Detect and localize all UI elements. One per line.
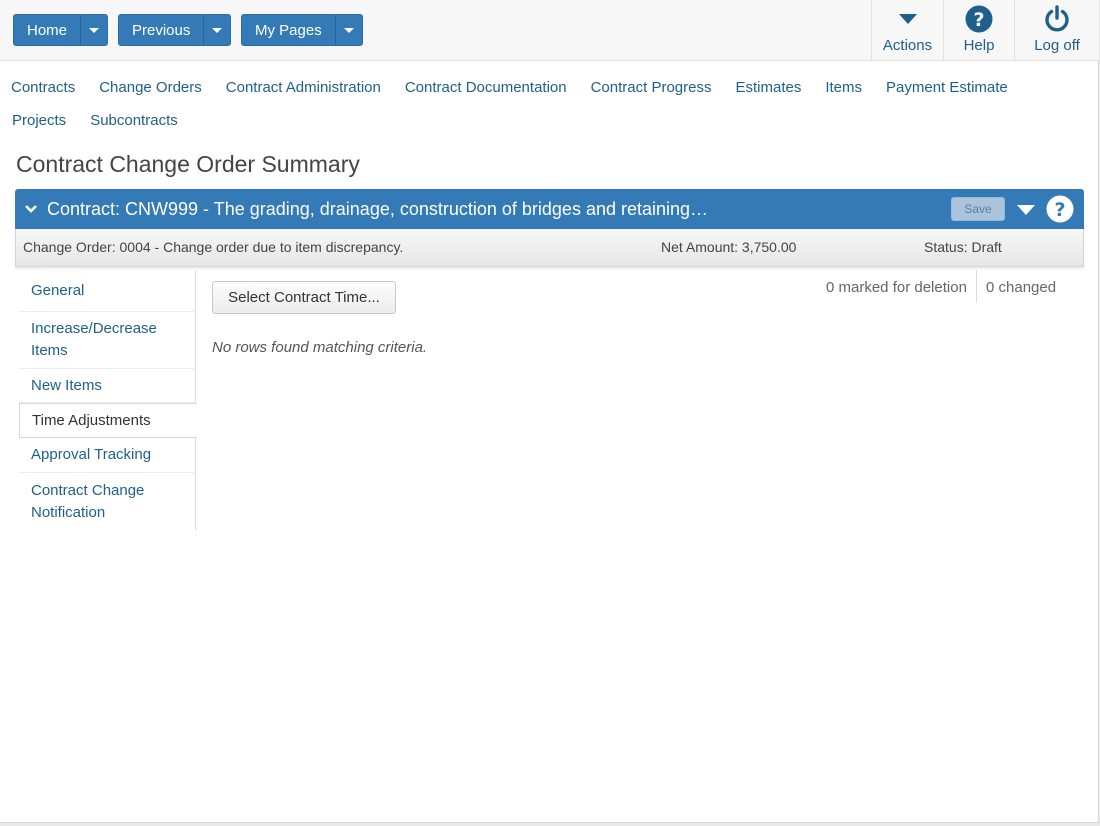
collapse-chevron-icon[interactable] — [15, 204, 47, 214]
nav-contract-progress[interactable]: Contract Progress — [579, 79, 724, 96]
app-frame: Home Previous My Pages Actions ? Help Lo… — [0, 0, 1099, 823]
previous-button[interactable]: Previous — [119, 15, 203, 45]
change-order-info: Change Order: 0004 - Change order due to… — [15, 229, 1084, 267]
select-contract-time-button[interactable]: Select Contract Time... — [212, 281, 396, 314]
save-button[interactable]: Save — [951, 197, 1005, 221]
changed-count: 0 changed — [986, 279, 1057, 296]
page-title: Contract Change Order Summary — [16, 151, 360, 177]
divider — [976, 270, 977, 303]
no-rows-message: No rows found matching criteria. — [212, 339, 428, 356]
caret-down-icon[interactable] — [1016, 203, 1036, 221]
help-icon: ? — [965, 2, 993, 36]
nav-estimates[interactable]: Estimates — [723, 79, 813, 96]
home-button[interactable]: Home — [14, 15, 80, 45]
help-icon[interactable]: ? — [1046, 195, 1074, 228]
marked-for-deletion-count: 0 marked for deletion — [826, 279, 967, 296]
nav-contract-administration[interactable]: Contract Administration — [214, 79, 393, 96]
top-actions: Actions ? Help Log off — [871, 0, 1099, 61]
nav-items[interactable]: Items — [813, 79, 874, 96]
side-tabs: General Increase/Decrease Items New Item… — [19, 270, 197, 530]
net-amount: Net Amount: 3,750.00 — [661, 239, 797, 255]
change-order-label: Change Order: 0004 - Change order due to… — [23, 239, 404, 255]
tab-time-adjustments[interactable]: Time Adjustments — [19, 403, 197, 438]
nav-row: Contracts Change Orders Contract Adminis… — [0, 71, 1090, 104]
log-off-label: Log off — [1034, 37, 1080, 54]
my-pages-dropdown-toggle[interactable] — [334, 15, 362, 45]
nav-contract-documentation[interactable]: Contract Documentation — [393, 79, 579, 96]
svg-text:?: ? — [973, 9, 984, 31]
nav-payment-estimate[interactable]: Payment Estimate — [874, 79, 1020, 96]
nav-row: Projects Subcontracts — [0, 104, 1090, 137]
tab-contract-change-notification[interactable]: Contract Change Notification — [19, 473, 196, 530]
status-label: Status: Draft — [924, 239, 1002, 255]
previous-dropdown-toggle[interactable] — [203, 15, 230, 45]
log-off-button[interactable]: Log off — [1014, 0, 1099, 61]
contract-header: Contract: CNW999 - The grading, drainage… — [15, 189, 1084, 229]
actions-label: Actions — [882, 37, 933, 54]
power-icon — [1043, 2, 1071, 36]
help-button[interactable]: ? Help — [943, 0, 1014, 61]
tab-general[interactable]: General — [19, 270, 196, 312]
tab-new-items[interactable]: New Items — [19, 369, 196, 403]
help-label: Help — [963, 37, 995, 54]
my-pages-button[interactable]: My Pages — [242, 15, 335, 45]
my-pages-split-button: My Pages — [241, 14, 363, 46]
tab-increase-decrease-items[interactable]: Increase/Decrease Items — [19, 312, 196, 369]
caret-down-icon — [343, 27, 354, 33]
nav-projects[interactable]: Projects — [0, 112, 78, 129]
contract-title: Contract: CNW999 - The grading, drainage… — [47, 198, 709, 219]
home-dropdown-toggle[interactable] — [80, 15, 107, 45]
nav-subcontracts[interactable]: Subcontracts — [78, 112, 190, 129]
actions-caret-icon — [898, 2, 918, 36]
caret-down-icon — [89, 27, 100, 33]
home-split-button: Home — [13, 14, 109, 46]
caret-down-icon — [212, 27, 223, 33]
nav-contracts[interactable]: Contracts — [0, 79, 87, 96]
nav-change-orders[interactable]: Change Orders — [87, 79, 214, 96]
tab-approval-tracking[interactable]: Approval Tracking — [19, 438, 196, 473]
main-nav: Contracts Change Orders Contract Adminis… — [0, 71, 1090, 137]
previous-split-button: Previous — [118, 14, 232, 46]
svg-text:?: ? — [1054, 199, 1065, 221]
actions-button[interactable]: Actions — [871, 0, 943, 61]
top-bar: Home Previous My Pages Actions ? Help Lo… — [0, 0, 1099, 61]
